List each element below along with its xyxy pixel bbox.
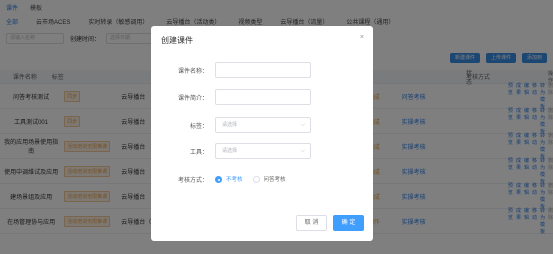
tag-label: 标签： xyxy=(189,123,208,130)
close-icon[interactable]: × xyxy=(360,34,364,41)
dialog-title: 创建课件 xyxy=(161,36,193,45)
confirm-button[interactable]: 确 定 xyxy=(333,215,364,231)
cancel-button[interactable]: 取 消 xyxy=(296,215,327,231)
intro-label: 课件简介： xyxy=(177,95,208,102)
name-input[interactable] xyxy=(215,62,311,78)
form-row-review: 考核方式： 不考核 问答考核 xyxy=(151,171,373,187)
tag-placeholder: 请选择 xyxy=(222,122,238,128)
intro-input[interactable] xyxy=(215,89,311,105)
radio-qa-review[interactable]: 问答考核 xyxy=(252,175,286,183)
radio-unchecked-icon xyxy=(252,175,260,183)
chevron-down-icon: ⌵ xyxy=(300,122,305,128)
radio-checked-icon xyxy=(215,175,222,183)
form-row-name: 课件名称： xyxy=(151,62,373,78)
name-label: 课件名称： xyxy=(177,68,208,75)
create-courseware-dialog: 创建课件 × 课件名称： 课件简介： 标签： 请选择 ⌵ 工具： 请选择 ⌵ 考… xyxy=(151,26,373,241)
form-row-tag: 标签： 请选择 ⌵ xyxy=(151,117,373,133)
courseware-page: 课件 模板 全部 云市场ACES 实时转录（敏感调用） 云导播台（活动类） 视频… xyxy=(0,0,553,254)
review-label: 考核方式： xyxy=(177,177,208,184)
form-row-intro: 课件简介： xyxy=(151,89,373,105)
review-radio-group: 不考核 问答考核 xyxy=(215,175,286,183)
tag-select[interactable]: 请选择 ⌵ xyxy=(215,117,311,133)
radio-no-review[interactable]: 不考核 xyxy=(215,175,243,183)
